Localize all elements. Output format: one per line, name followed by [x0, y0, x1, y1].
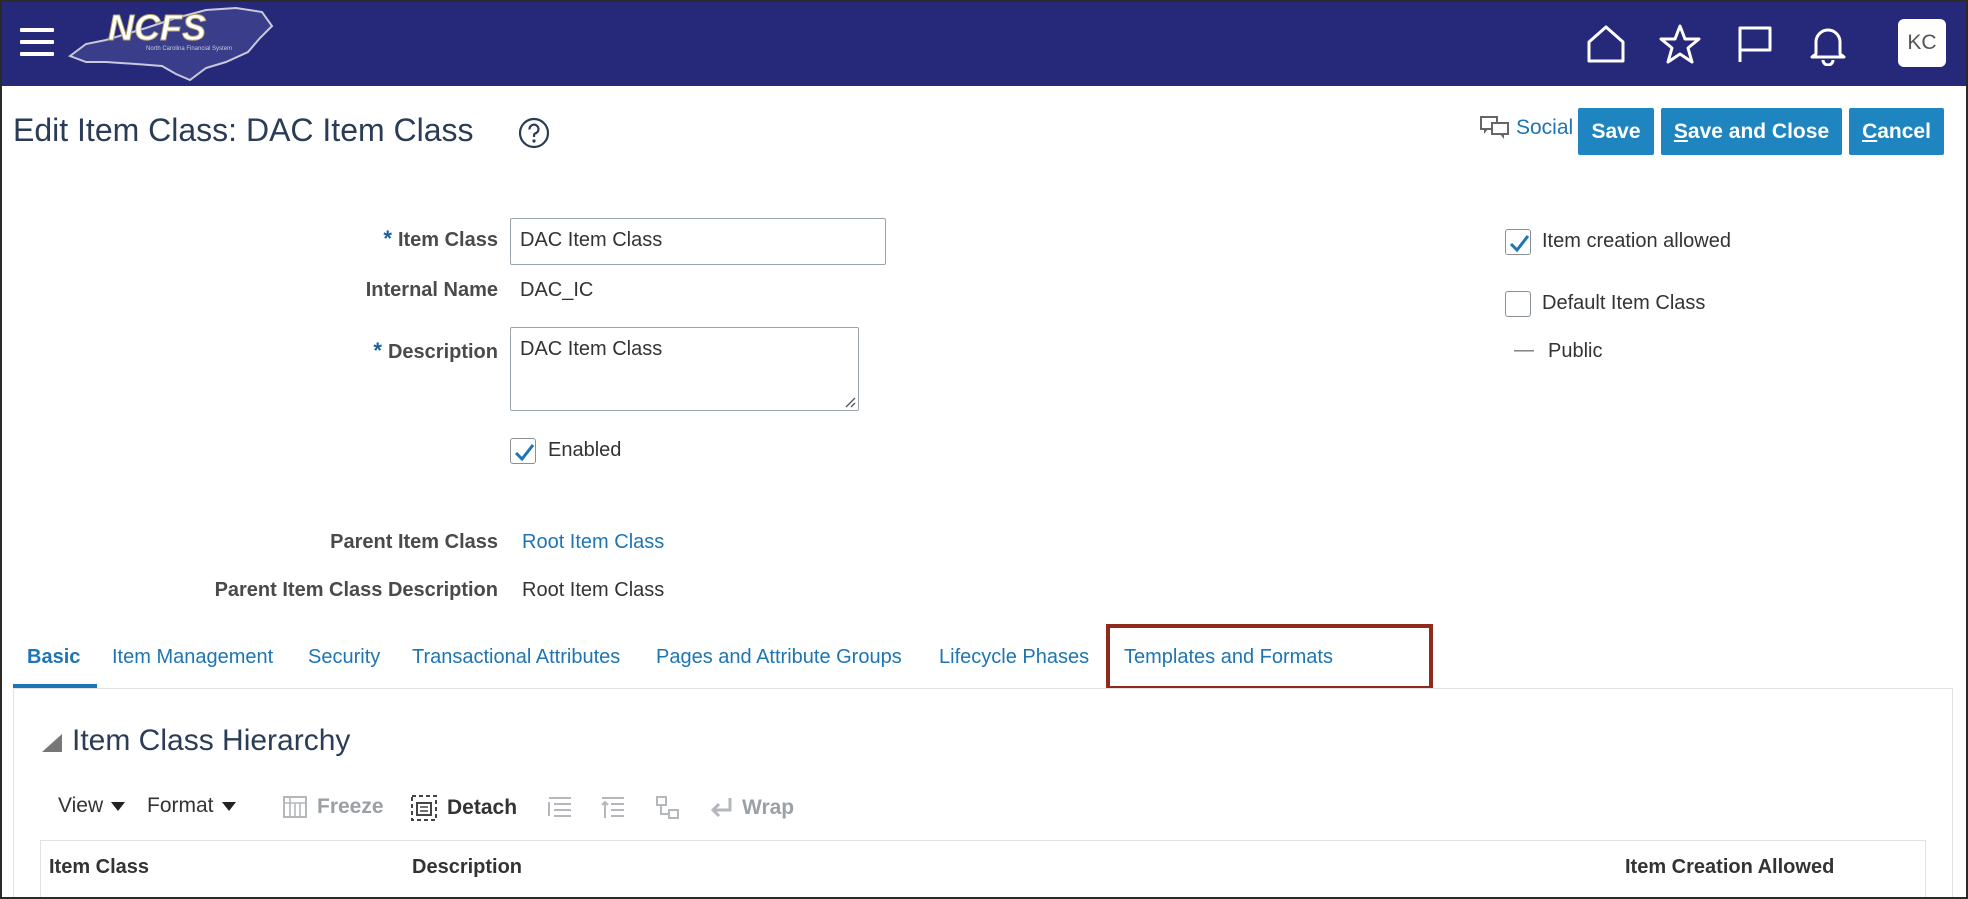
svg-text:North Carolina Financial Syste: North Carolina Financial System — [146, 46, 232, 52]
format-menu-label: Format — [147, 794, 214, 817]
description-label: * Description — [302, 338, 498, 364]
freeze-icon — [283, 796, 307, 818]
app-window: NCFS North Carolina Financial System KC … — [0, 0, 1968, 899]
column-header-description[interactable]: Description — [412, 856, 522, 879]
item-class-label: * Item Class — [302, 226, 498, 252]
collapse-triangle-icon[interactable] — [42, 734, 62, 752]
menu-icon[interactable] — [20, 28, 54, 58]
flag-icon[interactable] — [1732, 22, 1776, 66]
ncfs-logo[interactable]: NCFS North Carolina Financial System — [66, 4, 276, 84]
column-header-item-class[interactable]: Item Class — [49, 856, 149, 879]
tab-bar: Basic Item Management Security Transacti… — [13, 624, 1953, 688]
parent-item-class-description-value: Root Item Class — [522, 579, 665, 601]
view-menu[interactable]: View — [58, 794, 126, 818]
cancel-button[interactable]: Cancel — [1849, 108, 1944, 155]
public-label: Public — [1548, 340, 1603, 362]
item-creation-allowed-label: Item creation allowed — [1542, 230, 1731, 252]
social-label: Social — [1516, 116, 1574, 139]
view-menu-label: View — [58, 794, 104, 817]
description-label-text: Description — [387, 341, 498, 363]
tab-security[interactable]: Security — [308, 646, 380, 669]
checkmark-icon — [1509, 235, 1530, 253]
required-indicator: * — [373, 338, 382, 363]
item-creation-allowed-checkbox[interactable] — [1505, 229, 1531, 255]
tab-item-management[interactable]: Item Management — [112, 646, 273, 669]
parent-item-class-label: Parent Item Class — [330, 531, 498, 553]
caret-down-icon — [221, 801, 236, 811]
item-class-label-text: Item Class — [397, 229, 498, 251]
collapse-all-button[interactable] — [599, 794, 627, 822]
hierarchy-icon — [656, 796, 679, 819]
parent-item-class-link[interactable]: Root Item Class — [522, 531, 664, 554]
description-value: DAC Item Class — [520, 338, 663, 360]
freeze-label: Freeze — [317, 795, 384, 818]
cancel-accesskey: C — [1862, 119, 1878, 143]
hierarchy-button[interactable] — [654, 794, 682, 822]
save-button[interactable]: Save — [1578, 108, 1654, 155]
tab-transactional-attributes[interactable]: Transactional Attributes — [412, 646, 620, 669]
default-item-class-checkbox[interactable] — [1505, 291, 1531, 317]
save-and-close-label: ave and Close — [1687, 119, 1830, 143]
star-icon[interactable] — [1658, 22, 1702, 66]
collapse-all-icon — [601, 797, 624, 818]
required-indicator: * — [383, 226, 392, 251]
enabled-label: Enabled — [548, 439, 622, 461]
wrap-icon — [710, 798, 732, 818]
detach-button[interactable]: Detach — [410, 794, 517, 822]
item-class-input[interactable]: DAC Item Class — [510, 218, 886, 265]
detach-label: Detach — [447, 796, 518, 819]
save-and-close-button[interactable]: Save and Close — [1661, 108, 1842, 155]
default-item-class-label: Default Item Class — [1542, 292, 1706, 314]
social-icon — [1480, 116, 1509, 139]
checkmark-icon — [514, 444, 535, 462]
expand-all-icon — [548, 797, 571, 817]
tab-basic[interactable]: Basic — [27, 646, 80, 669]
svg-text:NCFS: NCFS — [108, 7, 206, 48]
wrap-button[interactable]: Wrap — [708, 794, 794, 822]
expand-all-button[interactable] — [546, 794, 574, 822]
description-textarea[interactable]: DAC Item Class — [510, 327, 859, 411]
internal-name-label: Internal Name — [365, 279, 498, 301]
bell-icon[interactable] — [1806, 22, 1850, 67]
resize-grip-icon[interactable] — [844, 396, 856, 408]
tab-lifecycle-phases[interactable]: Lifecycle Phases — [939, 646, 1089, 669]
wrap-label: Wrap — [742, 796, 795, 819]
user-avatar[interactable]: KC — [1898, 19, 1946, 67]
enabled-checkbox[interactable] — [510, 438, 536, 464]
detach-icon — [411, 795, 437, 821]
callout-highlight-box — [1106, 624, 1433, 690]
public-indicator: — — [1514, 339, 1534, 361]
save-button-label: Save — [1591, 119, 1641, 143]
tab-pages-and-attribute-groups[interactable]: Pages and Attribute Groups — [656, 646, 902, 669]
cancel-label: ancel — [1877, 119, 1931, 143]
section-title: Item Class Hierarchy — [72, 724, 351, 757]
global-header: NCFS North Carolina Financial System KC — [2, 2, 1966, 86]
freeze-button[interactable]: Freeze — [282, 794, 384, 820]
page-title: Edit Item Class: DAC Item Class — [13, 112, 474, 148]
save-and-close-accesskey: S — [1673, 119, 1688, 143]
format-menu[interactable]: Format — [147, 794, 236, 818]
column-header-item-creation-allowed[interactable]: Item Creation Allowed — [1625, 856, 1834, 879]
internal-name-value: DAC_IC — [520, 279, 594, 301]
caret-down-icon — [111, 801, 126, 811]
help-icon[interactable] — [518, 117, 550, 149]
social-link[interactable]: Social — [1480, 115, 1573, 141]
parent-item-class-description-label: Parent Item Class Description — [214, 579, 498, 601]
home-icon[interactable] — [1584, 22, 1628, 66]
